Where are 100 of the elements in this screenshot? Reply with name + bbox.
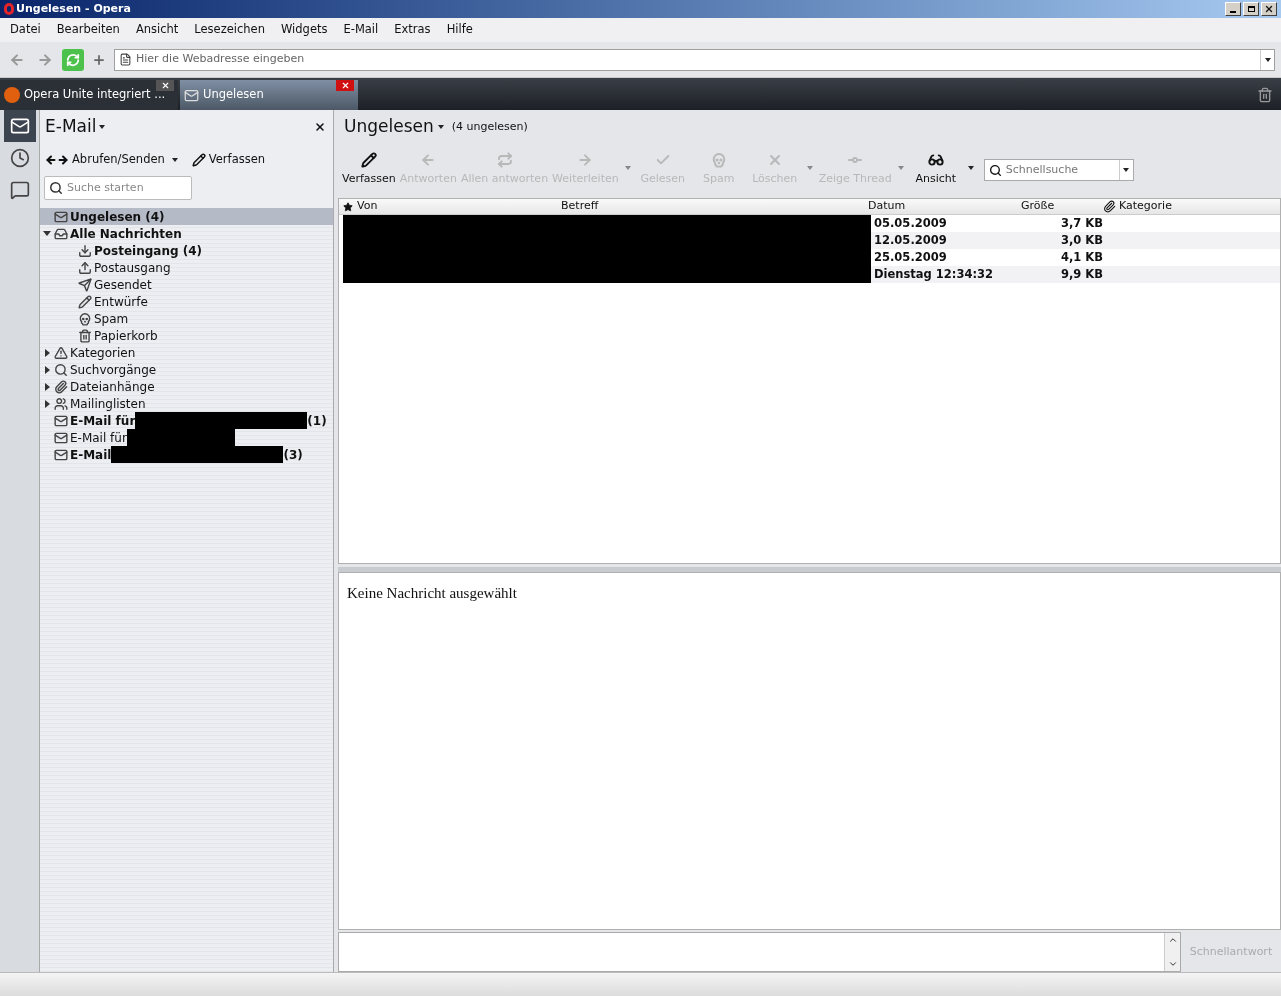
search-field[interactable]: Suche starten	[67, 179, 187, 197]
folder-item[interactable]: Kategorien	[40, 344, 333, 361]
opera-logo-icon	[4, 3, 14, 15]
column-header[interactable]: Größe	[1021, 198, 1103, 215]
pencil-icon	[191, 153, 206, 167]
date-cell-text: Dienstag 12:34:32	[873, 265, 995, 283]
menu-item[interactable]: Widgets	[273, 21, 336, 39]
menu-item[interactable]: Ansicht	[127, 21, 187, 39]
tab[interactable]: Opera Unite integriert ...	[0, 80, 178, 110]
address-bar[interactable]: Hier die Webadresse eingeben	[114, 48, 1275, 71]
trash-icon	[78, 328, 92, 343]
folder-item[interactable]: Entwürfe	[40, 293, 333, 310]
size-cell-text: 9,9 KB	[1059, 265, 1103, 283]
menu-item[interactable]: Hilfe	[438, 21, 481, 39]
folder-item[interactable]: Papierkorb	[40, 327, 333, 344]
scrollbar[interactable]	[1164, 933, 1180, 971]
pencil-icon	[78, 294, 92, 309]
folder-label: E-Mail für	[70, 412, 136, 430]
column-header[interactable]: Kategorie	[1119, 198, 1172, 215]
window-title: Ungelesen - Opera	[16, 0, 131, 17]
envelope-icon	[54, 413, 68, 428]
menu-item[interactable]: Bearbeiten	[48, 21, 128, 39]
folder-label: Papierkorb	[94, 327, 158, 345]
folder-label: Spam	[94, 310, 129, 328]
folder-label: Posteingang (4)	[94, 242, 203, 260]
view-title[interactable]: Ungelesen	[344, 114, 434, 140]
folder-item[interactable]: E-Mail (3)	[40, 446, 333, 463]
collapsed-arrow-icon[interactable]	[44, 365, 50, 374]
preview-message: Keine Nachricht ausgewählt	[347, 585, 517, 601]
star-icon	[343, 201, 353, 212]
date-cell-text: 25.05.2009	[873, 248, 948, 266]
folder-item[interactable]: Suchvorgänge	[40, 361, 333, 378]
tray-icon	[54, 226, 68, 241]
trash-icon[interactable]	[1257, 87, 1273, 103]
expanded-arrow-icon[interactable]	[43, 231, 51, 236]
caret-icon	[1264, 57, 1271, 62]
column-header[interactable]: Datum	[868, 198, 1021, 215]
toolbar-button[interactable]: Ansicht	[907, 152, 964, 188]
folder-label: Gesendet	[94, 276, 152, 294]
panel-title[interactable]: E-Mail	[45, 114, 97, 140]
size-cell-text: 4,1 KB	[1059, 248, 1103, 266]
envelope-icon	[54, 447, 68, 462]
people-icon	[54, 396, 68, 411]
paperclip-icon	[54, 379, 68, 394]
folder-label: Alle Nachrichten	[70, 225, 182, 243]
search-icon	[49, 181, 63, 195]
envelope-icon	[54, 209, 68, 224]
caret-icon	[99, 125, 106, 129]
menu-item[interactable]: E-Mail	[335, 21, 387, 39]
search-box[interactable]: Suche starten	[44, 176, 192, 200]
folder-item[interactable]: Ungelesen (4)	[40, 208, 333, 225]
folder-item[interactable]: Alle Nachrichten	[40, 225, 333, 242]
close-icon[interactable]	[156, 80, 174, 91]
scroll-down-icon[interactable]	[1167, 959, 1178, 969]
panel-action[interactable]: Abrufen/Senden	[45, 151, 178, 169]
skull-icon	[78, 311, 92, 326]
column-header[interactable]: Von	[357, 198, 561, 215]
column-header[interactable]: Betreff	[561, 198, 868, 215]
folder-item[interactable]: E-Mail für	[40, 429, 333, 446]
close-icon[interactable]	[314, 121, 326, 133]
unread-count: (3)	[283, 446, 303, 464]
panel-action[interactable]: Verfassen	[191, 151, 266, 169]
folder-item[interactable]: Gesendet	[40, 276, 333, 293]
message-row[interactable]: 12.05.2009 3,0 KB	[871, 232, 1280, 249]
paperclip-icon	[1103, 200, 1116, 213]
plus-icon[interactable]	[92, 52, 106, 67]
folder-item[interactable]: Mailinglisten	[40, 395, 333, 412]
menu-item[interactable]: Extras	[386, 21, 439, 39]
menu-item[interactable]: Datei	[2, 21, 49, 39]
folder-item[interactable]: Posteingang (4)	[40, 242, 333, 259]
folder-item[interactable]: Dateianhänge	[40, 378, 333, 395]
toolbar-button[interactable]: Verfassen	[340, 152, 398, 188]
date-cell-text: 05.05.2009	[873, 214, 948, 232]
folder-item[interactable]: Postausgang	[40, 259, 333, 276]
folder-item[interactable]: Spam	[40, 310, 333, 327]
scroll-up-icon[interactable]	[1167, 935, 1178, 945]
message-row[interactable]: Dienstag 12:34:32 9,9 KB	[871, 266, 1280, 283]
logo-icon	[4, 87, 20, 103]
envelope-icon	[54, 430, 68, 445]
restore-icon[interactable]	[1243, 2, 1259, 16]
quick-search-field[interactable]: Schnellsuche	[1005, 161, 1116, 179]
minimize-icon[interactable]	[1225, 2, 1241, 16]
quick-search-box[interactable]: Schnellsuche	[983, 159, 1134, 181]
collapsed-arrow-icon[interactable]	[44, 399, 50, 408]
double-arrow-icon	[45, 154, 69, 166]
collapsed-arrow-icon[interactable]	[44, 348, 50, 357]
page-icon	[119, 53, 132, 66]
unread-summary: (4 ungelesen)	[451, 118, 528, 135]
tab[interactable]: Ungelesen	[180, 80, 358, 110]
menu-item[interactable]: Lesezeichen	[186, 21, 273, 39]
reply-field[interactable]	[338, 932, 1181, 972]
size-cell-text: 3,7 KB	[1059, 214, 1103, 232]
skull-icon	[710, 152, 727, 169]
folder-item[interactable]: E-Mail für (1)	[40, 412, 333, 429]
tab-label: Opera Unite integriert ...	[24, 86, 166, 104]
folder-label: Mailinglisten	[70, 395, 146, 413]
unread-count: (1)	[307, 412, 327, 430]
collapsed-arrow-icon[interactable]	[44, 382, 50, 391]
mail-icon[interactable]	[3, 110, 36, 142]
close-icon[interactable]	[1261, 2, 1277, 16]
